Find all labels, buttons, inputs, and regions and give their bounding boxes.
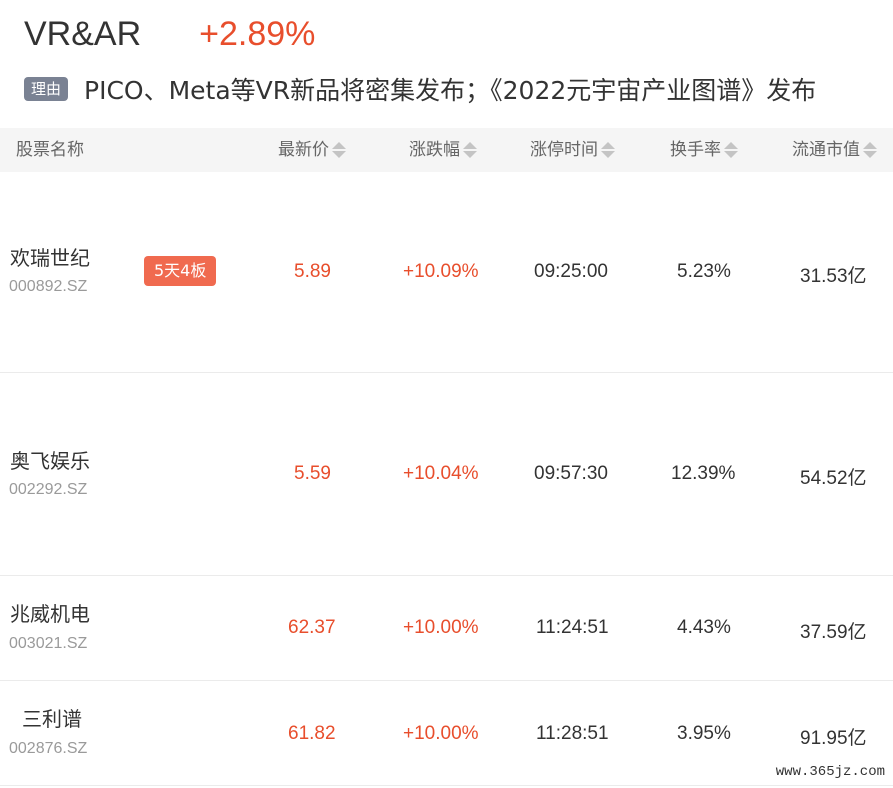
turnover-rate: 4.43%	[677, 617, 731, 638]
turnover-rate: 3.95%	[677, 723, 731, 744]
float-market-cap: 37.59亿	[800, 622, 867, 643]
stock-code: 002292.SZ	[9, 481, 88, 498]
float-market-cap: 91.95亿	[800, 728, 867, 749]
header-market-cap-label: 流通市值	[792, 140, 860, 160]
turnover-rate: 12.39%	[671, 463, 736, 484]
stock-name[interactable]: 欢瑞世纪	[10, 242, 90, 271]
board-count-badge: 5天4板	[144, 256, 217, 286]
change-percent: +10.04%	[403, 463, 479, 484]
change-percent: +10.00%	[403, 617, 479, 638]
header-market-cap-sort[interactable]: 流通市值	[792, 128, 877, 172]
latest-price: 62.37	[288, 617, 336, 638]
change-percent: +10.09%	[403, 261, 479, 282]
header-turnover-label: 换手率	[670, 140, 721, 160]
limit-up-time: 09:57:30	[534, 463, 608, 484]
header-change-label: 涨跌幅	[409, 140, 460, 160]
limit-up-time: 09:25:00	[534, 261, 608, 282]
sort-arrows-icon	[463, 142, 477, 158]
stock-name[interactable]: 奥飞娱乐	[10, 445, 90, 474]
sector-limit-up-page: VR&AR +2.89% 理由 PICO、Meta等VR新品将密集发布；《202…	[0, 0, 893, 788]
float-market-cap: 31.53亿	[800, 266, 867, 287]
stock-code: 002876.SZ	[9, 740, 88, 757]
latest-price: 5.59	[294, 463, 331, 484]
watermark: www.365jz.com	[775, 764, 885, 780]
header-price-sort[interactable]: 最新价	[278, 128, 346, 172]
table-row[interactable]: 奥飞娱乐 002292.SZ 5.59 +10.04% 09:57:30 12.…	[0, 373, 893, 576]
header-stock-name-label: 股票名称	[16, 140, 84, 160]
sort-arrows-icon	[601, 142, 615, 158]
header-limit-time-sort[interactable]: 涨停时间	[530, 128, 615, 172]
header-turnover-sort[interactable]: 换手率	[670, 128, 738, 172]
latest-price: 5.89	[294, 261, 331, 282]
latest-price: 61.82	[288, 723, 336, 744]
sector-name[interactable]: VR&AR	[24, 15, 141, 54]
sort-arrows-icon	[332, 142, 346, 158]
stock-name[interactable]: 三利谱	[22, 703, 82, 732]
sort-arrows-icon	[724, 142, 738, 158]
reason-badge: 理由	[24, 77, 69, 101]
table-row[interactable]: 兆威机电 003021.SZ 62.37 +10.00% 11:24:51 4.…	[0, 576, 893, 681]
sort-arrows-icon	[863, 142, 877, 158]
change-percent: +10.00%	[403, 723, 479, 744]
limit-up-time: 11:24:51	[536, 617, 609, 638]
sector-change: +2.89%	[199, 14, 316, 53]
table-header: 股票名称 最新价 涨跌幅 涨停时间 换手率 流通市值	[0, 128, 893, 172]
sector-title-row: VR&AR +2.89%	[24, 12, 315, 56]
table-row[interactable]: 三利谱 002876.SZ 61.82 +10.00% 11:28:51 3.9…	[0, 681, 893, 786]
header-stock-name: 股票名称	[16, 128, 84, 172]
table-row[interactable]: 欢瑞世纪 000892.SZ 5天4板 5.89 +10.09% 09:25:0…	[0, 172, 893, 373]
header-limit-time-label: 涨停时间	[530, 140, 598, 160]
float-market-cap: 54.52亿	[800, 468, 867, 489]
turnover-rate: 5.23%	[677, 261, 731, 282]
limit-up-time: 11:28:51	[536, 723, 609, 744]
stock-code: 003021.SZ	[9, 635, 88, 652]
stock-code: 000892.SZ	[9, 278, 88, 295]
header-change-sort[interactable]: 涨跌幅	[409, 128, 477, 172]
reason-text: PICO、Meta等VR新品将密集发布；《2022元宇宙产业图谱》发布	[84, 76, 817, 105]
header-price-label: 最新价	[278, 140, 329, 160]
reason-row: 理由 PICO、Meta等VR新品将密集发布；《2022元宇宙产业图谱》发布	[24, 70, 816, 108]
stock-name[interactable]: 兆威机电	[10, 598, 90, 627]
